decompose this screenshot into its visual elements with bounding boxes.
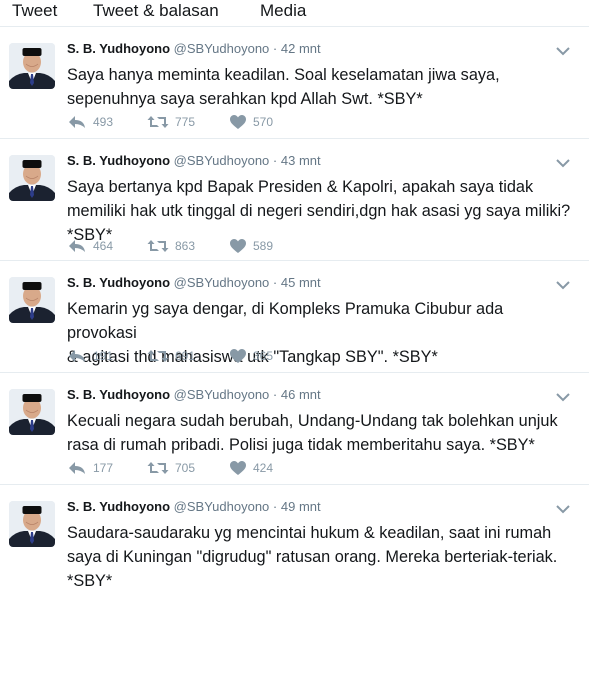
timestamp[interactable]: 45 mnt <box>281 275 321 290</box>
tweet-header: S. B. Yudhoyono @SBYudhoyono · 42 mnt <box>67 41 321 57</box>
heart-icon <box>229 238 247 254</box>
like-count: 424 <box>253 461 274 475</box>
author-name[interactable]: S. B. Yudhoyono <box>67 275 170 290</box>
reply-icon <box>67 460 87 476</box>
separator-dot: · <box>272 499 278 514</box>
retweet-button[interactable]: 775 <box>147 114 195 132</box>
tweet-text: Kemarin yg saya dengar, di Kompleks Pram… <box>67 300 504 366</box>
tweet-header: S. B. Yudhoyono @SBYudhoyono · 46 mnt <box>67 387 321 403</box>
separator-dot: · <box>272 153 278 168</box>
avatar[interactable] <box>9 155 55 201</box>
reply-button[interactable]: 177 <box>67 460 113 478</box>
timestamp[interactable]: 42 mnt <box>281 41 321 56</box>
heart-icon <box>229 114 247 130</box>
avatar[interactable] <box>9 501 55 547</box>
timestamp[interactable]: 46 mnt <box>281 387 321 402</box>
like-count: 570 <box>253 115 274 129</box>
tab-media[interactable]: Media <box>260 0 306 22</box>
retweet-icon <box>147 460 169 476</box>
tweet-header: S. B. Yudhoyono @SBYudhoyono · 43 mnt <box>67 153 321 169</box>
retweet-icon <box>147 238 169 254</box>
retweet-count: 863 <box>175 239 196 253</box>
tab-tweet[interactable]: Tweet <box>12 0 57 22</box>
tweet-item[interactable]: S. B. Yudhoyono @SBYudhoyono · 45 mnt Ke… <box>0 261 589 373</box>
tweet-item[interactable]: S. B. Yudhoyono @SBYudhoyono · 43 mnt Sa… <box>0 139 589 261</box>
like-button[interactable]: 424 <box>229 460 273 478</box>
heart-icon <box>229 460 247 476</box>
reply-button[interactable]: 191 <box>67 348 113 366</box>
separator-dot: · <box>272 275 278 290</box>
tweet-header: S. B. Yudhoyono @SBYudhoyono · 45 mnt <box>67 275 321 291</box>
separator-dot: · <box>272 387 278 402</box>
retweet-icon <box>147 114 169 130</box>
retweet-count: 775 <box>175 115 196 129</box>
reply-button[interactable]: 464 <box>67 238 113 256</box>
heart-icon <box>229 348 247 364</box>
chevron-down-icon[interactable] <box>556 155 570 165</box>
retweet-button[interactable]: 691 <box>147 348 195 366</box>
chevron-down-icon[interactable] <box>556 277 570 287</box>
like-count: 365 <box>253 349 274 363</box>
like-button[interactable]: 589 <box>229 238 273 256</box>
profile-tabs: Tweet Tweet & balasan Media <box>0 0 589 27</box>
author-handle[interactable]: @SBYudhoyono <box>174 275 270 290</box>
retweet-icon <box>147 348 169 364</box>
tweet-text: Kecuali negara sudah berubah, Undang-Und… <box>67 412 558 454</box>
reply-count: 493 <box>93 115 114 129</box>
separator-dot: · <box>272 41 278 56</box>
author-handle[interactable]: @SBYudhoyono <box>174 387 270 402</box>
tweet-text: Saya hanya meminta keadilan. Soal kesela… <box>67 66 500 108</box>
timestamp[interactable]: 49 mnt <box>281 499 321 514</box>
chevron-down-icon[interactable] <box>556 43 570 53</box>
author-name[interactable]: S. B. Yudhoyono <box>67 499 170 514</box>
author-name[interactable]: S. B. Yudhoyono <box>67 41 170 56</box>
reply-count: 177 <box>93 461 114 475</box>
tweet-item[interactable]: S. B. Yudhoyono @SBYudhoyono · 49 mnt Sa… <box>0 485 589 685</box>
author-handle[interactable]: @SBYudhoyono <box>174 153 270 168</box>
avatar[interactable] <box>9 389 55 435</box>
author-name[interactable]: S. B. Yudhoyono <box>67 387 170 402</box>
reply-count: 464 <box>93 239 114 253</box>
tweet-item[interactable]: S. B. Yudhoyono @SBYudhoyono · 46 mnt Ke… <box>0 373 589 485</box>
tweet-item[interactable]: S. B. Yudhoyono @SBYudhoyono · 42 mnt Sa… <box>0 27 589 139</box>
author-handle[interactable]: @SBYudhoyono <box>174 41 270 56</box>
author-name[interactable]: S. B. Yudhoyono <box>67 153 170 168</box>
like-button[interactable]: 570 <box>229 114 273 132</box>
like-count: 589 <box>253 239 274 253</box>
tab-tweet-balasan[interactable]: Tweet & balasan <box>93 0 219 22</box>
tweet-text: Saudara-saudaraku yg mencintai hukum & k… <box>67 524 558 590</box>
like-button[interactable]: 365 <box>229 348 273 366</box>
avatar[interactable] <box>9 43 55 89</box>
tweet-header: S. B. Yudhoyono @SBYudhoyono · 49 mnt <box>67 499 321 515</box>
tweet-feed: S. B. Yudhoyono @SBYudhoyono · 42 mnt Sa… <box>0 27 589 685</box>
retweet-button[interactable]: 705 <box>147 460 195 478</box>
retweet-count: 691 <box>175 349 196 363</box>
timestamp[interactable]: 43 mnt <box>281 153 321 168</box>
reply-button[interactable]: 493 <box>67 114 113 132</box>
reply-icon <box>67 114 87 130</box>
retweet-count: 705 <box>175 461 196 475</box>
author-handle[interactable]: @SBYudhoyono <box>174 499 270 514</box>
chevron-down-icon[interactable] <box>556 389 570 399</box>
reply-icon <box>67 238 87 254</box>
tweet-text: Saya bertanya kpd Bapak Presiden & Kapol… <box>67 178 571 244</box>
reply-icon <box>67 348 87 364</box>
chevron-down-icon[interactable] <box>556 501 570 511</box>
reply-count: 191 <box>93 349 114 363</box>
retweet-button[interactable]: 863 <box>147 238 195 256</box>
avatar[interactable] <box>9 277 55 323</box>
